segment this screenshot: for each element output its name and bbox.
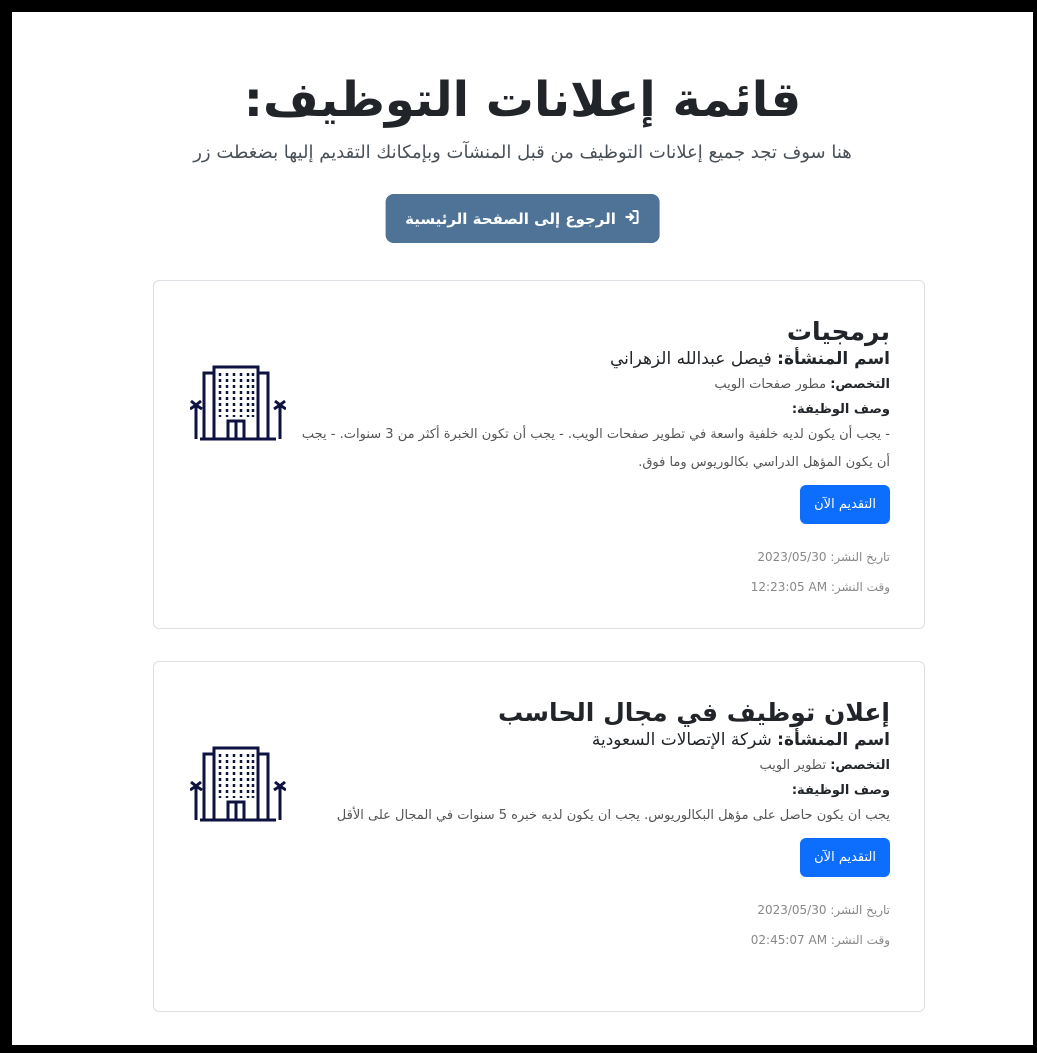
description-label: وصف الوظيفة: [791,783,890,798]
page-subtitle: هنا سوف تجد جميع إعلانات التوظيف من قبل … [193,142,852,163]
apply-button[interactable]: التقديم الآن [800,485,890,524]
description-label: وصف الوظيفة: [791,402,890,417]
job-card: برمجيات اسم المنشأة: فيصل عبدالله الزهرا… [153,280,925,629]
specialty-line: التخصص: تطوير الويب [300,758,891,773]
specialty-value: تطوير الويب [759,758,827,773]
post-meta: تاريخ النشر: 2023/05/30 وقت النشر: 02:45… [300,895,890,955]
job-title: إعلان توظيف في مجال الحاسب [497,698,890,727]
job-card: إعلان توظيف في مجال الحاسب اسم المنشأة: … [153,661,925,1012]
post-date: تاريخ النشر: 2023/05/30 [757,903,890,917]
job-description: - يجب أن يكون لديه خلفية واسعة في تطوير … [301,427,890,470]
post-time: وقت النشر: 02:45:07 AM [750,933,890,947]
company-label: اسم المنشأة: [777,730,890,750]
post-date: تاريخ النشر: 2023/05/30 [757,550,890,564]
job-title: برمجيات [786,317,890,346]
company-line: اسم المنشأة: فيصل عبدالله الزهراني [300,349,890,369]
specialty-label: التخصص: [830,377,890,392]
home-button[interactable]: الرجوع إلى الصفحة الرئيسية [385,194,660,243]
building-icon [189,359,287,441]
specialty-value: مطور صفحات الويب [714,377,827,392]
post-time: وقت النشر: 12:23:05 AM [750,580,890,594]
specialty-label: التخصص: [830,758,890,773]
company-line: اسم المنشأة: شركة الإتصالات السعودية [300,730,890,750]
post-meta: تاريخ النشر: 2023/05/30 وقت النشر: 12:23… [300,542,890,602]
sign-in-icon [624,209,640,229]
apply-button[interactable]: التقديم الآن [800,838,890,877]
job-card-content: إعلان توظيف في مجال الحاسب اسم المنشأة: … [300,698,890,955]
page: قائمة إعلانات التوظيف: هنا سوف تجد جميع … [12,12,1033,1045]
company-name: فيصل عبدالله الزهراني [609,349,772,369]
building-icon [189,740,287,822]
company-name: شركة الإتصالات السعودية [591,730,772,750]
home-button-label: الرجوع إلى الصفحة الرئيسية [405,209,616,228]
page-title: قائمة إعلانات التوظيف: [243,72,802,128]
specialty-line: التخصص: مطور صفحات الويب [300,377,890,392]
company-label: اسم المنشأة: [777,349,890,369]
job-description: يجب ان يكون حاصل على مؤهل البكالوريوس. ي… [336,808,890,823]
job-card-content: برمجيات اسم المنشأة: فيصل عبدالله الزهرا… [300,317,890,602]
